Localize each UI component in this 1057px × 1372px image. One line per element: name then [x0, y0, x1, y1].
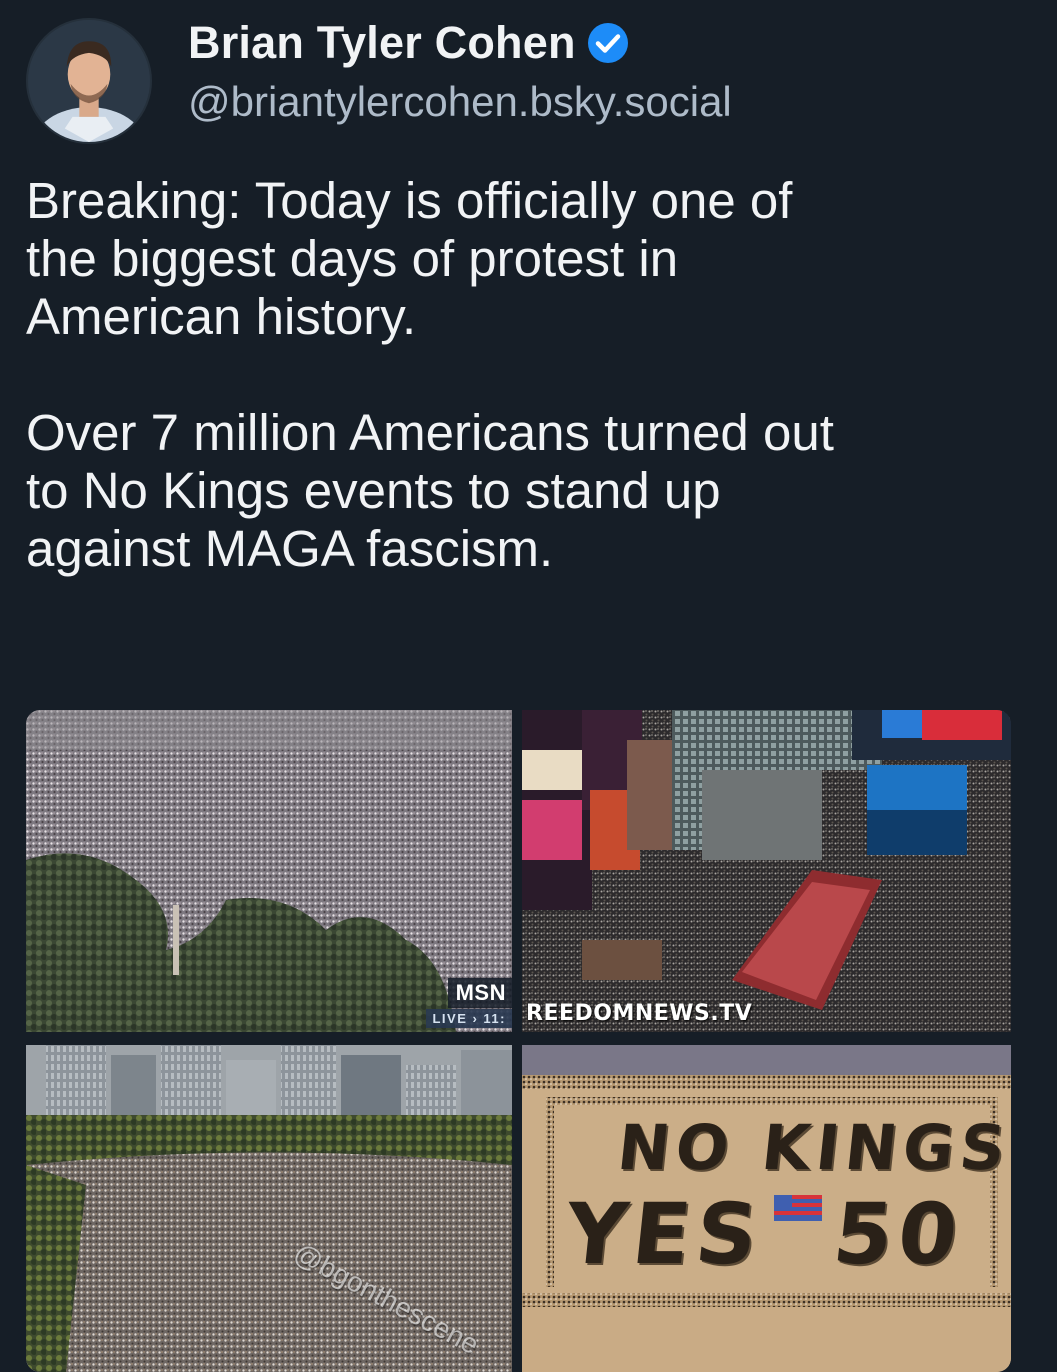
image-grid: MSN LIVE › 11: REEDOMNEWS.TV @bgonthesce… [26, 710, 1011, 1372]
author-handle[interactable]: @briantylercohen.bsky.social [188, 78, 732, 126]
msnbc-logo: MSN [447, 978, 512, 1008]
post-image-1[interactable]: MSN LIVE › 11: [26, 710, 512, 1032]
avatar[interactable] [26, 18, 152, 144]
post-image-4[interactable]: NO KINGS YES 50 [522, 1045, 1011, 1372]
post-image-2[interactable]: REEDOMNEWS.TV [522, 710, 1011, 1032]
msnbc-live-badge: LIVE › 11: [426, 1009, 512, 1028]
sand-text-50: 50 [828, 1185, 969, 1283]
author-name-row: Brian Tyler Cohen [188, 14, 630, 72]
post-image-3[interactable]: @bgonthescene [26, 1045, 512, 1372]
post-text-line: Breaking: Today is officially one of [26, 172, 793, 229]
freedomnews-watermark: REEDOMNEWS.TV [526, 1001, 753, 1026]
post-text-line: the biggest days of protest in [26, 230, 679, 287]
post-card: Brian Tyler Cohen @briantylercohen.bsky.… [0, 0, 1057, 1372]
sand-text-line-1: NO KINGS [614, 1111, 1011, 1184]
post-text: Breaking: Today is officially one of the… [26, 172, 1026, 578]
crowd-park-photo [26, 710, 512, 1032]
avatar-photo [28, 20, 150, 142]
author-display-name[interactable]: Brian Tyler Cohen [188, 17, 576, 69]
post-text-line: Over 7 million Americans turned out [26, 404, 834, 461]
post-text-line: against MAGA fascism. [26, 520, 554, 577]
post-text-line: American history. [26, 288, 417, 345]
post-text-line: to No Kings events to stand up [26, 462, 721, 519]
verified-badge-icon [587, 23, 628, 63]
sand-text-yes: YES [560, 1185, 768, 1283]
times-square-photo [522, 710, 1011, 1032]
